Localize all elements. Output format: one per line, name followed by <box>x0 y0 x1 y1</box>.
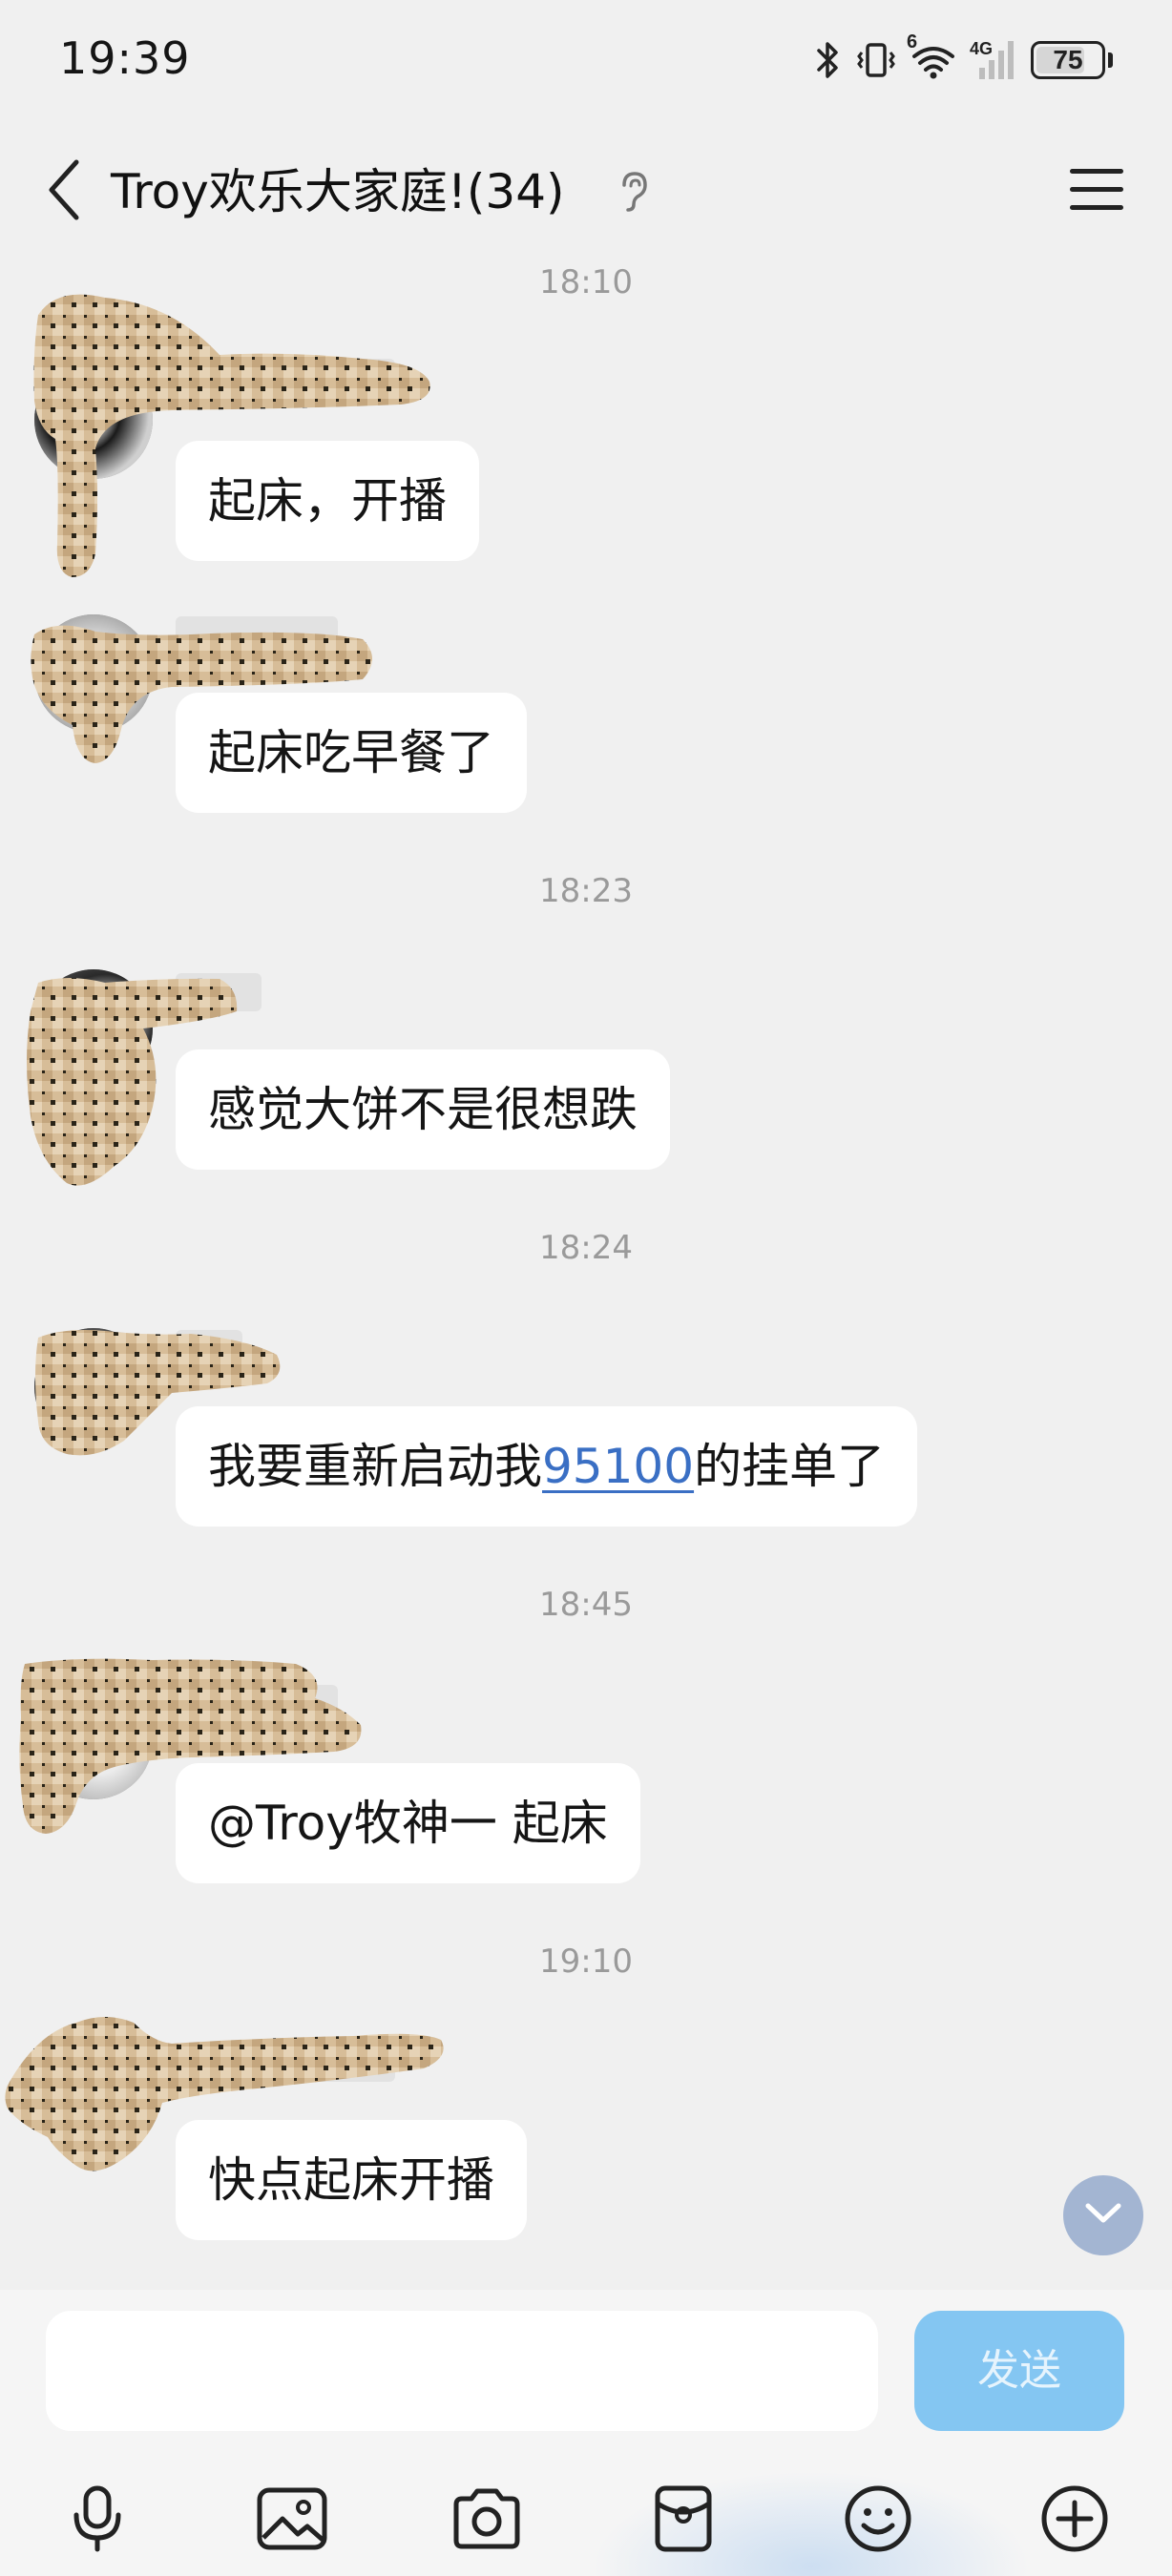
status-bar: 19:39 6 4G 75 <box>0 0 1172 114</box>
input-area: 发送 <box>0 2290 1172 2576</box>
message-input[interactable] <box>46 2311 878 2431</box>
sender-name <box>176 1685 338 1723</box>
vibrate-icon <box>855 39 897 81</box>
image-icon <box>256 2486 328 2555</box>
voice-button[interactable] <box>57 2481 137 2561</box>
avatar[interactable] <box>34 614 153 733</box>
red-packet-icon <box>654 2484 713 2557</box>
avatar[interactable] <box>34 1328 153 1446</box>
battery-cap <box>1108 52 1113 68</box>
status-icons: 6 4G 75 <box>813 31 1113 86</box>
timestamp: 18:45 <box>539 1586 633 1624</box>
message-bubble[interactable]: 我要重新启动我95100的挂单了 <box>176 1406 918 1527</box>
red-packet-button[interactable] <box>643 2481 723 2561</box>
avatar[interactable] <box>34 361 153 479</box>
battery-level: 75 <box>1053 45 1083 74</box>
send-button[interactable]: 发送 <box>914 2311 1124 2431</box>
emoji-icon <box>843 2483 913 2558</box>
chat-screen: 19:39 6 4G 75 Troy欢乐大家庭!(34) 18:10 起床，开播… <box>0 0 1172 2576</box>
message-bubble[interactable]: 起床，开播 <box>176 441 479 561</box>
chat-header: Troy欢乐大家庭!(34) <box>0 134 1172 248</box>
camera-icon <box>450 2487 523 2554</box>
hamburger-menu-icon <box>1068 165 1125 218</box>
sender-name <box>176 973 262 1011</box>
more-button[interactable] <box>1035 2481 1115 2561</box>
avatar[interactable] <box>34 1681 153 1799</box>
sender-name <box>176 359 395 397</box>
message-bubble[interactable]: 起床吃早餐了 <box>176 693 527 813</box>
message-text: 的挂单了 <box>694 1439 886 1494</box>
chevron-left-icon <box>44 158 82 225</box>
status-time: 19:39 <box>59 32 191 84</box>
wifi-icon: 6 <box>907 31 956 81</box>
camera-button[interactable] <box>447 2481 527 2561</box>
cellular-signal-icon: 4G <box>970 39 1017 81</box>
menu-button[interactable] <box>1063 158 1130 225</box>
back-button[interactable] <box>34 158 92 225</box>
image-button[interactable] <box>252 2481 332 2561</box>
microphone-icon <box>67 2484 128 2557</box>
avatar[interactable] <box>34 2040 153 2158</box>
ear-icon[interactable] <box>615 170 653 214</box>
avatar[interactable] <box>34 969 153 1088</box>
input-toolbar <box>0 2460 1172 2574</box>
wifi-superscript: 6 <box>907 31 918 52</box>
sender-name <box>176 616 338 654</box>
battery-icon: 75 <box>1031 41 1105 79</box>
bluetooth-icon <box>813 39 842 81</box>
chevron-down-icon <box>1084 2201 1122 2230</box>
message-bubble[interactable]: 快点起床开播 <box>176 2120 527 2240</box>
message-bubble[interactable]: @Troy牧神一 起床 <box>176 1763 640 1883</box>
sender-name <box>176 2044 395 2082</box>
scroll-to-bottom-button[interactable] <box>1063 2175 1143 2255</box>
number-link[interactable]: 95100 <box>542 1439 694 1494</box>
timestamp: 18:23 <box>539 872 633 910</box>
network-type-label: 4G <box>970 39 994 58</box>
chat-title: Troy欢乐大家庭!(34) <box>111 164 565 219</box>
message-text: 我要重新启动我 <box>208 1439 542 1494</box>
sender-name <box>176 1330 242 1368</box>
message-bubble[interactable]: 感觉大饼不是很想跌 <box>176 1049 670 1170</box>
timestamp: 18:10 <box>539 263 633 301</box>
timestamp: 18:24 <box>539 1229 633 1267</box>
timestamp: 19:10 <box>539 1942 633 1981</box>
plus-icon <box>1039 2483 1110 2558</box>
emoji-button[interactable] <box>838 2481 918 2561</box>
